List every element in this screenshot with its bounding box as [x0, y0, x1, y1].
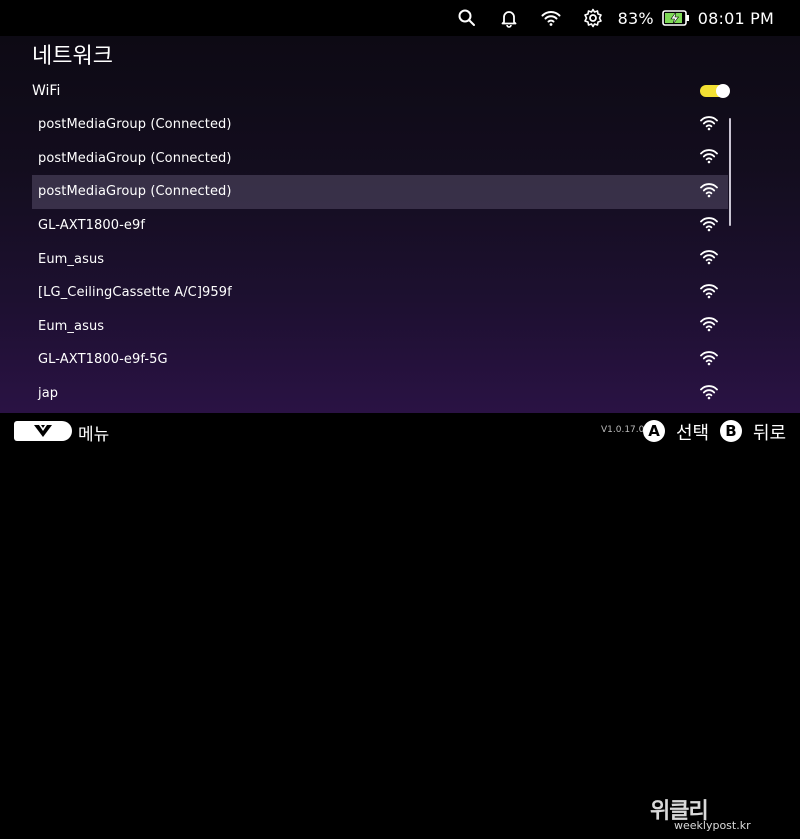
status-bar: 83% 08:01 PM	[0, 0, 800, 36]
network-name: jap	[38, 386, 59, 402]
menu-button[interactable]	[14, 421, 72, 441]
network-name: GL-AXT1800-e9f-5G	[38, 352, 168, 368]
watermark: 위클리 weeklypost.kr	[650, 791, 800, 839]
network-name: Eum_asus	[38, 251, 105, 267]
network-list: postMediaGroup (Connected) postMediaGroup…	[32, 108, 728, 410]
a-button-icon[interactable]: A	[643, 420, 665, 442]
battery-percent: 83%	[617, 8, 654, 28]
network-name: postMediaGroup (Connected)	[38, 184, 232, 200]
wifi-signal-icon	[700, 384, 718, 404]
b-button-icon[interactable]: B	[720, 420, 742, 442]
network-item[interactable]: postMediaGroup (Connected)	[32, 142, 728, 176]
network-item[interactable]: jap	[32, 377, 728, 411]
wifi-signal-icon	[700, 182, 718, 202]
wifi-signal-icon	[700, 283, 718, 303]
network-item[interactable]: postMediaGroup (Connected)	[32, 108, 728, 142]
wifi-signal-icon	[700, 216, 718, 236]
wifi-signal-icon	[700, 249, 718, 269]
wifi-label: WiFi	[32, 83, 61, 99]
network-name: Eum_asus	[38, 318, 105, 334]
menu-label: 메뉴	[78, 425, 110, 445]
wifi-toggle[interactable]	[700, 84, 730, 98]
network-settings-panel: 네트워크 WiFi postMediaGroup (Connected) post…	[0, 36, 800, 413]
wifi-signal-icon	[700, 350, 718, 370]
bell-icon[interactable]	[498, 7, 520, 29]
network-item[interactable]: Eum_asus	[32, 242, 728, 276]
wifi-toggle-row[interactable]: WiFi	[32, 80, 730, 102]
bottom-bar: 메뉴 위클리 weeklypost.kr V1.0.17.0 A 선택 B 뒤로	[0, 413, 800, 832]
network-item[interactable]: Eum_asus	[32, 310, 728, 344]
battery-charging-icon	[661, 10, 689, 26]
version-label: V1.0.17.0	[601, 425, 645, 435]
clock: 08:01 PM	[697, 8, 774, 28]
wifi-signal-icon	[700, 148, 718, 168]
network-name: postMediaGroup (Connected)	[38, 117, 232, 133]
network-item[interactable]: GL-AXT1800-e9f-5G	[32, 343, 728, 377]
scrollbar[interactable]	[729, 118, 731, 226]
network-name: [LG_CeilingCassette A/C]959f	[38, 285, 232, 301]
wifi-signal-icon	[700, 115, 718, 135]
back-label: 뒤로	[753, 423, 787, 444]
page-title: 네트워크	[32, 44, 113, 69]
network-item[interactable]: [LG_CeilingCassette A/C]959f	[32, 276, 728, 310]
network-name: postMediaGroup (Connected)	[38, 150, 232, 166]
network-item[interactable]: GL-AXT1800-e9f	[32, 209, 728, 243]
search-icon[interactable]	[456, 7, 478, 29]
select-label: 선택	[676, 423, 710, 444]
network-name: GL-AXT1800-e9f	[38, 218, 146, 234]
wifi-signal-icon	[700, 316, 718, 336]
watermark-url: weeklypost.kr	[674, 819, 751, 832]
brand-logo-icon	[34, 425, 52, 437]
network-item[interactable]: postMediaGroup (Connected)	[32, 175, 728, 209]
wifi-icon[interactable]	[540, 7, 562, 29]
gear-icon[interactable]	[582, 7, 604, 29]
toggle-knob	[716, 84, 730, 98]
